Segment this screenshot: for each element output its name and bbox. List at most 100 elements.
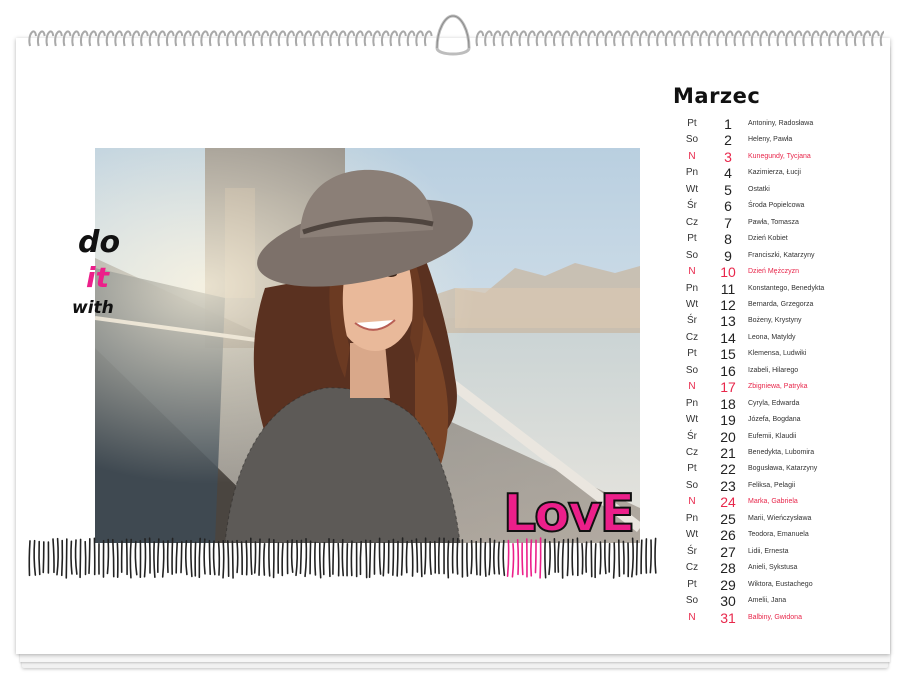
day-number: 21 (720, 445, 736, 461)
name-day-text: Cyryla, Edwarda (748, 399, 800, 407)
day-number: 13 (720, 313, 736, 330)
weekday-label: Pn (685, 512, 699, 524)
stripe-mark (451, 537, 454, 574)
wire-coil (217, 30, 227, 47)
day-number: 17 (720, 379, 736, 396)
day-row: N 3 Kunegundy, Tycjana (676, 149, 866, 165)
wire-coil (303, 30, 313, 47)
stripe-mark (253, 541, 257, 574)
stripe-mark (28, 540, 31, 577)
wire-coil (690, 30, 700, 47)
stripe-mark (534, 539, 537, 574)
stripe-mark (190, 539, 193, 578)
weekday-label: So (685, 479, 699, 491)
day-row: Pn 18 Cyryla, Edwarda (676, 396, 866, 412)
name-day-text: Ostatki (748, 185, 770, 193)
name-day-text: Bernarda, Grzegorza (748, 300, 814, 308)
wire-coil (191, 30, 201, 47)
wire-coil (613, 30, 622, 47)
stripe-mark (618, 539, 621, 578)
wire-coil (200, 30, 209, 47)
name-day-text: Izabeli, Hilarego (748, 366, 799, 374)
stripe-mark (378, 537, 382, 575)
weekday-label: Pt (687, 348, 697, 360)
stripe-mark (299, 539, 303, 575)
stripe-mark (612, 542, 616, 579)
weekday-label: Śr (687, 545, 697, 557)
wire-coil (251, 30, 261, 47)
wire-coil (389, 30, 399, 47)
day-row: Pt 15 Klemensa, Ludwiki (676, 346, 866, 362)
wire-coil (320, 30, 330, 47)
wire-coil (716, 30, 725, 47)
weekday-label: N (688, 496, 696, 508)
weekday-label: So (685, 249, 699, 261)
day-number: 29 (720, 576, 736, 593)
stripe-mark (599, 541, 602, 575)
wire-coil (535, 30, 545, 47)
stripe-mark (502, 539, 506, 577)
stripe-mark (231, 540, 234, 579)
wire-coil (97, 30, 106, 47)
day-row: Pt 1 Antoniny, Radosława (676, 116, 866, 132)
stripe-mark (649, 539, 652, 574)
stripe-mark (227, 540, 230, 578)
day-row: Wt 26 Teodora, Emanuela (676, 527, 866, 543)
stripe-mark (590, 540, 593, 578)
stripe-mark (392, 538, 395, 576)
name-day-text: Dzień Kobiet (748, 235, 788, 243)
stripe-mark (318, 542, 322, 579)
name-day-text: Heleny, Pawła (748, 136, 793, 144)
weekday-label: Pn (685, 397, 699, 409)
wire-coil (62, 30, 72, 47)
stripe-mark (622, 540, 625, 575)
stripe-mark (365, 539, 368, 579)
wire-coil (337, 30, 347, 47)
day-row: N 10 Dzień Mężczyzn (676, 264, 866, 280)
stripe-mark (604, 539, 607, 575)
wire-coil (656, 30, 665, 47)
stripe-mark (203, 538, 206, 575)
day-number: 26 (720, 527, 736, 544)
day-number: 6 (724, 198, 732, 215)
stripe-mark (129, 538, 132, 579)
stripe-mark (52, 538, 55, 574)
name-day-text: Wiktora, Eustachego (748, 580, 813, 588)
stripe-mark (337, 542, 340, 577)
wire-coil (509, 30, 519, 47)
wire-coil (234, 30, 244, 47)
weekday-label: Cz (685, 447, 699, 458)
stripe-mark (171, 537, 174, 575)
stripe-mark (249, 537, 253, 576)
stripe-mark (456, 537, 459, 575)
weekday-label: Wt (685, 529, 699, 541)
wire-coil (355, 30, 364, 47)
wire-coil (853, 30, 863, 47)
wire-coil (286, 30, 295, 47)
wire-coil (363, 30, 373, 47)
stripe-mark (153, 541, 156, 579)
stripe-mark (497, 541, 500, 575)
wire-coil (226, 30, 235, 47)
weekday-label: N (688, 611, 696, 623)
wire-coil (415, 30, 424, 47)
stripe-mark (488, 537, 492, 576)
name-day-text: Balbiny, Gwidona (748, 613, 802, 621)
wire-coil (604, 30, 614, 47)
wire-coil (587, 30, 596, 47)
stripe-mark (79, 538, 82, 579)
name-day-text: Konstantego, Benedykta (748, 284, 825, 292)
day-row: So 16 Izabeli, Hilarego (676, 363, 866, 379)
day-number: 4 (724, 165, 732, 182)
stripe-mark (74, 539, 78, 575)
wire-coil (845, 30, 854, 47)
stripe-mark (511, 542, 515, 578)
wire-coil (492, 30, 502, 47)
wire-coil (518, 30, 528, 47)
day-row: So 2 Heleny, Pawła (676, 132, 866, 148)
stripe-mark (594, 543, 597, 579)
weekday-label: So (685, 595, 699, 607)
slogan-love: LovE (502, 487, 636, 541)
stripe-mark (405, 540, 408, 574)
weekday-label: N (688, 150, 696, 162)
